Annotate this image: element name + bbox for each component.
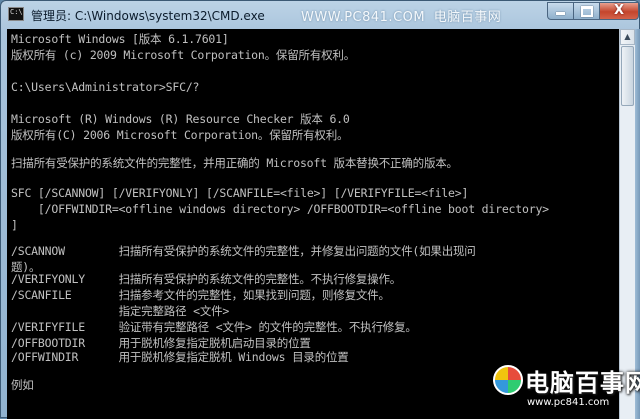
window-title: 管理员: C:\Windows\system32\CMD.exe	[31, 9, 265, 23]
console-line: /OFFWINDIR 用于脱机修复指定脱机 Windows 目录的位置	[11, 350, 349, 364]
watermark-badge: 电脑百事网 www.pc841.com	[493, 353, 640, 419]
maximize-icon	[580, 6, 593, 17]
minimize-button[interactable]	[547, 2, 574, 20]
console-line: 扫描所有受保护的系统文件的完整性，并用正确的 Microsoft 版本替换不正确…	[11, 156, 458, 170]
cmd-icon[interactable]	[8, 7, 24, 21]
console-line: [/OFFWINDIR=<offline windows directory> …	[11, 202, 549, 216]
console-line: C:\Users\Administrator>SFC/?	[11, 80, 200, 94]
watermark-badge-title: 电脑百事网	[525, 369, 640, 397]
title-bar[interactable]: 管理员: C:\Windows\system32\CMD.exe WWW.PC8…	[1, 1, 639, 29]
close-button[interactable]: X	[599, 2, 639, 20]
console-line: Microsoft (R) Windows (R) Resource Check…	[11, 112, 350, 126]
console-line: /VERIFYONLY 扫描所有受保护的系统文件的完整性。不执行修复操作。	[11, 272, 402, 286]
cmd-window: 管理员: C:\Windows\system32\CMD.exe WWW.PC8…	[0, 0, 640, 419]
pc841-logo-icon	[493, 365, 523, 395]
console-line: 指定完整路径 <文件>	[11, 304, 230, 318]
console-line: /SCANFILE 扫描参考文件的完整性，如果找到问题，则修复文件。	[11, 288, 390, 302]
watermark-top: WWW.PC841.COM 电脑百事网	[301, 6, 501, 25]
watermark-site-name: 电脑百事网	[433, 10, 502, 25]
console-line: 版权所有 (c) 2009 Microsoft Corporation。保留所有…	[11, 48, 356, 62]
console-line: 版权所有(C) 2006 Microsoft Corporation。保留所有权…	[11, 128, 349, 142]
console-line: /VERIFYFILE 验证带有完整路径 <文件> 的文件的完整性。不执行修复。	[11, 320, 417, 334]
minimize-icon	[556, 12, 565, 15]
maximize-button[interactable]	[573, 2, 600, 20]
close-icon: X	[613, 3, 625, 18]
scrollbar-thumb[interactable]	[621, 46, 634, 106]
console-line: Microsoft Windows [版本 6.1.7601]	[11, 32, 229, 46]
console-line: SFC [/SCANNOW] [/VERIFYONLY] [/SCANFILE=…	[11, 186, 469, 200]
console-line: ]	[11, 218, 18, 232]
console-line: /SCANNOW 扫描所有受保护的系统文件的完整性，并修复出问题的文件(如果出现…	[11, 244, 476, 258]
scroll-up-icon[interactable]: ▲	[620, 29, 635, 45]
watermark-url: WWW.PC841.COM	[301, 10, 426, 25]
watermark-badge-url: www.pc841.com	[527, 397, 610, 408]
console-line: 例如	[11, 378, 34, 392]
